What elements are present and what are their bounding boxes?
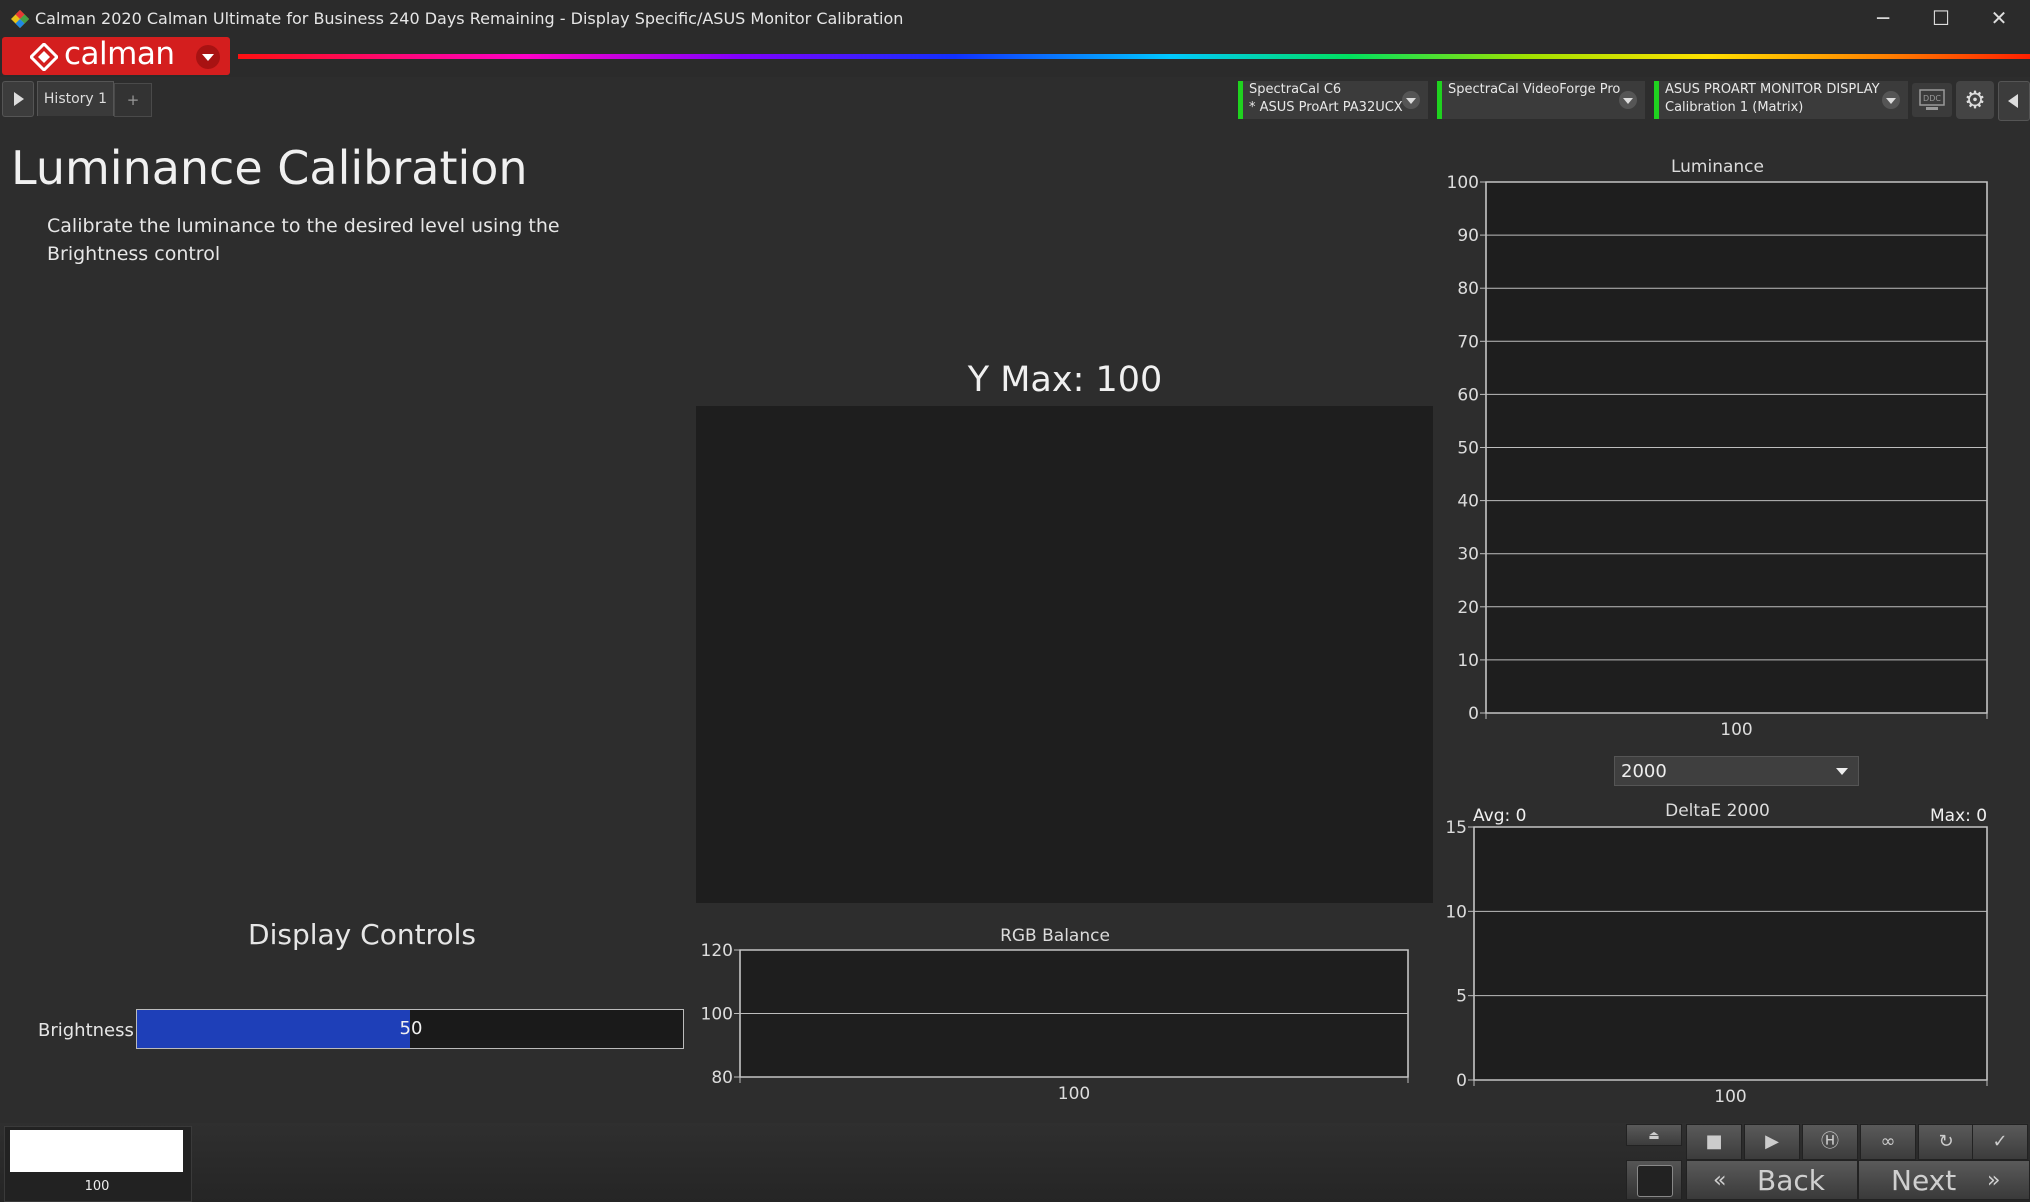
brightness-label: Brightness (38, 1020, 134, 1041)
title-bar: Calman 2020 Calman Ultimate for Business… (0, 0, 2030, 38)
device-name: ASUS PROART MONITOR DISPLAY (1665, 82, 1880, 97)
next-button[interactable]: Next » (1858, 1160, 2030, 1200)
x-tick-label: 100 (1714, 1087, 1746, 1105)
y-tick-label: 0 (1456, 1071, 1467, 1091)
luminance-chart: 0 10 20 30 40 50 60 70 80 90 100 100 (1447, 173, 1988, 740)
y-tick-label: 60 (1457, 385, 1479, 405)
y-tick-label: 70 (1457, 332, 1479, 352)
ddc-label: DDC (1923, 94, 1941, 103)
double-chevron-right-icon: » (1987, 1168, 2001, 1193)
calman-logo-icon (30, 43, 58, 71)
play-icon: ▶ (1765, 1131, 1779, 1152)
collapse-panel-button[interactable] (1998, 81, 2030, 121)
calman-menu-button[interactable]: calman (2, 36, 230, 75)
refresh-icon: ↻ (1938, 1131, 1954, 1152)
meter-device-selector[interactable]: SpectraCal C6 * ASUS ProArt PA32UCX (1238, 81, 1428, 119)
brightness-slider[interactable]: 50 (136, 1009, 684, 1049)
ddc-icon: DDC (1919, 89, 1945, 110)
stop-icon: ■ (1705, 1131, 1723, 1152)
chevron-left-icon (2008, 94, 2018, 108)
current-patch-label: 100 (84, 1179, 110, 1194)
y-tick-label: 90 (1457, 226, 1479, 246)
stop-indicator-button[interactable] (1637, 1165, 1673, 1197)
current-patch-swatch (10, 1130, 183, 1172)
rgb-balance-chart: 80 100 120 100 (701, 941, 1409, 1104)
chevron-down-icon (1836, 768, 1848, 775)
add-tab-button[interactable]: + (114, 83, 152, 117)
y-tick-label: 80 (711, 1068, 733, 1088)
check-icon: ✓ (1992, 1131, 2008, 1152)
device-name: SpectraCal C6 (1249, 82, 1342, 97)
deltae-formula-value: 2000 (1621, 761, 1667, 782)
device-detail: Calibration 1 (Matrix) (1665, 100, 1804, 115)
refresh-button[interactable]: ↻ (1918, 1124, 1974, 1160)
rainbow-divider (238, 54, 2030, 59)
measurement-preview (696, 406, 1433, 903)
page-description: Calibrate the luminance to the desired l… (47, 215, 560, 265)
deltae-formula-dropdown[interactable]: 2000 (1614, 756, 1859, 786)
chevron-down-icon (1882, 91, 1900, 109)
y-tick-label: 30 (1457, 545, 1479, 565)
deltae-chart: 0 5 10 15 100 (1445, 818, 1988, 1105)
back-label: Back (1757, 1164, 1825, 1197)
display-controls-title: Display Controls (248, 918, 476, 951)
close-button[interactable]: ✕ (1970, 0, 2028, 37)
read-button[interactable]: ▶ (1744, 1124, 1800, 1160)
eject-icon: ⏏ (1648, 1128, 1660, 1142)
brightness-value: 50 (399, 1018, 423, 1039)
settings-button[interactable]: ⚙ (1956, 81, 1994, 119)
brand-bar: calman (0, 36, 2030, 77)
y-tick-label: 0 (1468, 704, 1479, 724)
display-selector[interactable]: ASUS PROART MONITOR DISPLAY Calibration … (1654, 81, 1908, 119)
y-tick-label: 10 (1457, 651, 1479, 671)
x-tick-label: 100 (1058, 1084, 1090, 1104)
y-tick-label: 40 (1457, 492, 1479, 512)
infinity-icon: ∞ (1880, 1131, 1896, 1152)
calman-logo-text: calman (64, 36, 175, 72)
ddc-button[interactable]: DDC (1912, 83, 1952, 117)
stop-button[interactable]: ■ (1686, 1124, 1742, 1160)
accept-button[interactable]: ✓ (1972, 1124, 2028, 1160)
maximize-button[interactable]: ☐ (1912, 0, 1970, 37)
hold-icon: Ⓗ (1821, 1131, 1839, 1152)
back-button[interactable]: « Back (1686, 1160, 1858, 1200)
tab-history-1[interactable]: History 1 (37, 81, 114, 116)
y-tick-label: 100 (701, 1005, 733, 1025)
chevron-down-icon (1402, 91, 1420, 109)
y-tick-label: 20 (1457, 598, 1479, 618)
y-tick-label: 5 (1456, 987, 1467, 1007)
ymax-readout: Y Max: 100 (967, 360, 1163, 400)
page-title: Luminance Calibration (11, 141, 528, 195)
device-detail: * ASUS ProArt PA32UCX (1249, 100, 1403, 115)
y-tick-label: 80 (1457, 279, 1479, 299)
hold-button[interactable]: Ⓗ (1802, 1124, 1858, 1160)
gear-icon: ⚙ (1964, 86, 1986, 114)
chevron-down-icon (196, 45, 220, 69)
next-label: Next (1891, 1164, 1957, 1197)
y-tick-label: 120 (701, 941, 733, 961)
expand-controls-button[interactable]: ⏏ (1626, 1124, 1682, 1146)
window-title: Calman 2020 Calman Ultimate for Business… (35, 9, 904, 28)
calman-app-icon (11, 10, 29, 28)
double-chevron-left-icon: « (1713, 1168, 1727, 1193)
y-tick-label: 50 (1457, 439, 1479, 459)
play-icon (14, 92, 24, 106)
device-name: SpectraCal VideoForge Pro (1448, 82, 1621, 97)
y-tick-label: 100 (1447, 173, 1479, 193)
continuous-read-button[interactable]: ∞ (1860, 1124, 1916, 1160)
play-session-button[interactable] (2, 81, 34, 117)
x-tick-label: 100 (1720, 720, 1752, 740)
session-tab-row: History 1 + SpectraCal C6 * ASUS ProArt … (0, 77, 2030, 121)
y-tick-label: 10 (1445, 902, 1467, 922)
minimize-button[interactable]: ─ (1854, 0, 1912, 37)
pattern-generator-selector[interactable]: SpectraCal VideoForge Pro (1437, 81, 1645, 119)
plot-area (1473, 826, 1988, 1081)
y-tick-label: 15 (1445, 818, 1467, 838)
chevron-down-icon (1619, 91, 1637, 109)
